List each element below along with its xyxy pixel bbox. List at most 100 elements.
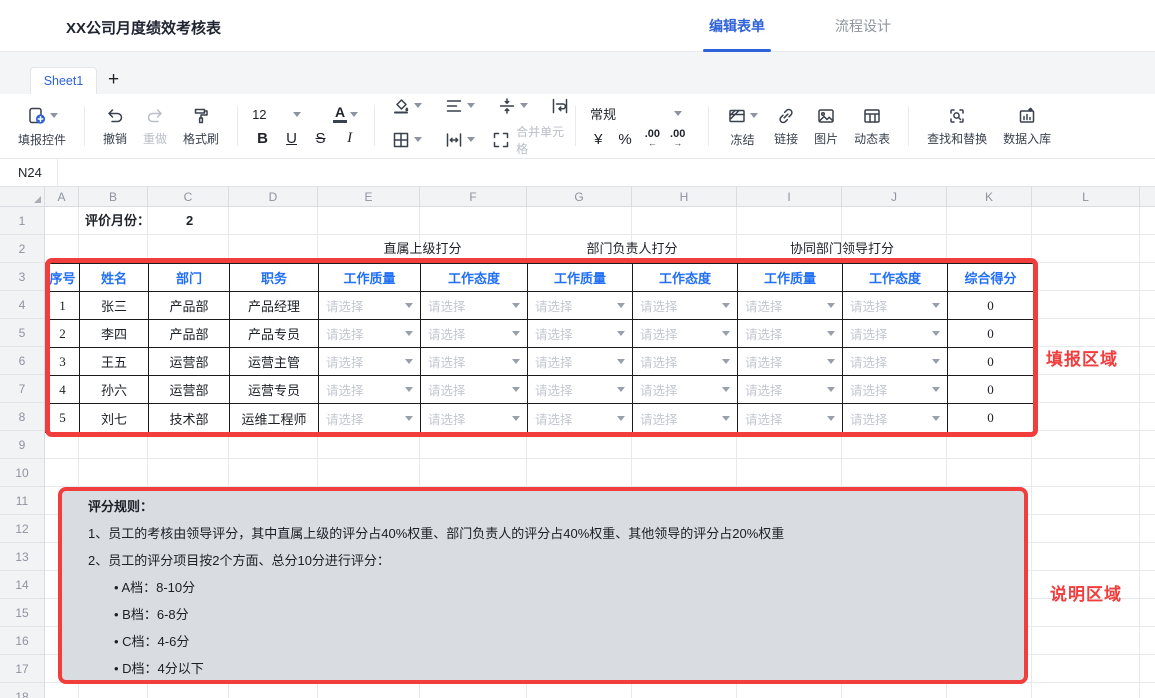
- cell-name[interactable]: 张三: [80, 292, 149, 320]
- group-header-direct-supervisor[interactable]: 直属上级打分: [318, 235, 527, 263]
- increase-decimal-button[interactable]: .00 →: [665, 130, 690, 148]
- column-header-d[interactable]: D: [229, 187, 318, 206]
- row-header-16[interactable]: 16: [0, 627, 44, 655]
- row-header-13[interactable]: 13: [0, 543, 44, 571]
- cell-serial[interactable]: 5: [46, 404, 80, 432]
- group-header-collab-leader[interactable]: 协同部门领导打分: [737, 235, 947, 263]
- row-header-2[interactable]: 2: [0, 235, 44, 263]
- indent-button[interactable]: [438, 130, 481, 150]
- column-header-g[interactable]: G: [527, 187, 632, 206]
- select-dropdown[interactable]: 请选择: [843, 320, 948, 348]
- tab-process-design[interactable]: 流程设计: [829, 0, 897, 52]
- format-painter-button[interactable]: 格式刷: [175, 106, 227, 147]
- merge-cells-button[interactable]: 合并单元格: [491, 123, 565, 157]
- scoring-rules-box[interactable]: 评分规则： 1、员工的考核由领导评分，其中直属上级的评分占40%权重、部门负责人…: [58, 487, 1028, 684]
- percent-button[interactable]: %: [610, 131, 639, 148]
- cell-name[interactable]: 刘七: [80, 404, 149, 432]
- cell-title[interactable]: 运营专员: [230, 376, 319, 404]
- th-attitude-2[interactable]: 工作态度: [633, 264, 738, 292]
- borders-button[interactable]: [385, 130, 428, 150]
- row-header-6[interactable]: 6: [0, 347, 44, 375]
- row-header-9[interactable]: 9: [0, 431, 44, 459]
- undo-button[interactable]: 撤销: [95, 106, 135, 147]
- select-dropdown[interactable]: 请选择: [738, 404, 843, 432]
- cell-serial[interactable]: 3: [46, 348, 80, 376]
- select-dropdown[interactable]: 请选择: [319, 404, 421, 432]
- select-dropdown[interactable]: 请选择: [528, 404, 633, 432]
- select-dropdown[interactable]: 请选择: [421, 404, 528, 432]
- currency-button[interactable]: ¥: [586, 131, 610, 148]
- select-dropdown[interactable]: 请选择: [528, 348, 633, 376]
- strikethrough-button[interactable]: S: [306, 130, 335, 147]
- cell-serial[interactable]: 4: [46, 376, 80, 404]
- row-header-1[interactable]: 1: [0, 207, 44, 235]
- tab-edit-form[interactable]: 编辑表单: [703, 0, 771, 52]
- select-dropdown[interactable]: 请选择: [633, 320, 738, 348]
- column-header-c[interactable]: C: [148, 187, 229, 206]
- cell-title[interactable]: 运维工程师: [230, 404, 319, 432]
- column-header-e[interactable]: E: [318, 187, 420, 206]
- sheet-tab-sheet1[interactable]: Sheet1: [30, 67, 97, 94]
- select-dropdown[interactable]: 请选择: [528, 320, 633, 348]
- select-dropdown[interactable]: 请选择: [633, 376, 738, 404]
- select-dropdown[interactable]: 请选择: [633, 404, 738, 432]
- cell-dept[interactable]: 运营部: [149, 376, 230, 404]
- row-header-12[interactable]: 12: [0, 515, 44, 543]
- text-wrap-button[interactable]: [544, 96, 576, 116]
- th-serial[interactable]: 序号: [46, 264, 80, 292]
- select-dropdown[interactable]: 请选择: [421, 292, 528, 320]
- row-header-3[interactable]: 3: [0, 263, 44, 291]
- find-replace-button[interactable]: 查找和替换: [919, 106, 995, 147]
- font-color-button[interactable]: A: [327, 105, 364, 123]
- vertical-align-button[interactable]: [491, 96, 534, 116]
- link-button[interactable]: 链接: [766, 106, 806, 147]
- cell-dept[interactable]: 技术部: [149, 404, 230, 432]
- column-header-j[interactable]: J: [842, 187, 947, 206]
- select-dropdown[interactable]: 请选择: [843, 348, 948, 376]
- select-dropdown[interactable]: 请选择: [843, 376, 948, 404]
- data-store-button[interactable]: 数据入库: [995, 106, 1059, 147]
- select-dropdown[interactable]: 请选择: [319, 292, 421, 320]
- row-header-14[interactable]: 14: [0, 571, 44, 599]
- th-attitude-1[interactable]: 工作态度: [421, 264, 528, 292]
- th-quality-3[interactable]: 工作质量: [738, 264, 843, 292]
- th-dept[interactable]: 部门: [149, 264, 230, 292]
- select-all-corner[interactable]: [0, 187, 45, 206]
- redo-button[interactable]: 重做: [135, 106, 175, 147]
- select-dropdown[interactable]: 请选择: [843, 292, 948, 320]
- cell-title[interactable]: 产品经理: [230, 292, 319, 320]
- column-header-f[interactable]: F: [420, 187, 527, 206]
- cell-dept[interactable]: 产品部: [149, 292, 230, 320]
- select-dropdown[interactable]: 请选择: [843, 404, 948, 432]
- cell-serial[interactable]: 1: [46, 292, 80, 320]
- fill-control-button[interactable]: 填报控件: [10, 105, 74, 148]
- dynamic-table-button[interactable]: 动态表: [846, 106, 898, 147]
- select-dropdown[interactable]: 请选择: [528, 292, 633, 320]
- image-button[interactable]: 图片: [806, 106, 846, 147]
- cell-serial[interactable]: 2: [46, 320, 80, 348]
- cell-name[interactable]: 李四: [80, 320, 149, 348]
- th-total-score[interactable]: 综合得分: [948, 264, 1033, 292]
- select-dropdown[interactable]: 请选择: [319, 376, 421, 404]
- cell-name[interactable]: 孙六: [80, 376, 149, 404]
- column-header-a[interactable]: A: [45, 187, 79, 206]
- decrease-decimal-button[interactable]: .00 ←: [640, 130, 665, 148]
- row-header-4[interactable]: 4: [0, 291, 44, 319]
- row-header-18[interactable]: 18: [0, 683, 44, 698]
- add-sheet-button[interactable]: +: [108, 68, 119, 92]
- select-dropdown[interactable]: 请选择: [421, 376, 528, 404]
- eval-month-label-cell[interactable]: 评价月份：: [85, 207, 150, 235]
- th-name[interactable]: 姓名: [80, 264, 149, 292]
- select-dropdown[interactable]: 请选择: [421, 348, 528, 376]
- select-dropdown[interactable]: 请选择: [633, 348, 738, 376]
- column-header-l[interactable]: L: [1032, 187, 1140, 206]
- cell-score[interactable]: 0: [948, 404, 1033, 432]
- freeze-button[interactable]: 冻结: [719, 105, 766, 148]
- italic-button[interactable]: I: [335, 130, 364, 147]
- cell-reference-box[interactable]: N24: [0, 159, 58, 186]
- select-dropdown[interactable]: 请选择: [319, 320, 421, 348]
- bold-button[interactable]: B: [248, 130, 277, 147]
- cell-score[interactable]: 0: [948, 376, 1033, 404]
- select-dropdown[interactable]: 请选择: [738, 292, 843, 320]
- th-quality-2[interactable]: 工作质量: [528, 264, 633, 292]
